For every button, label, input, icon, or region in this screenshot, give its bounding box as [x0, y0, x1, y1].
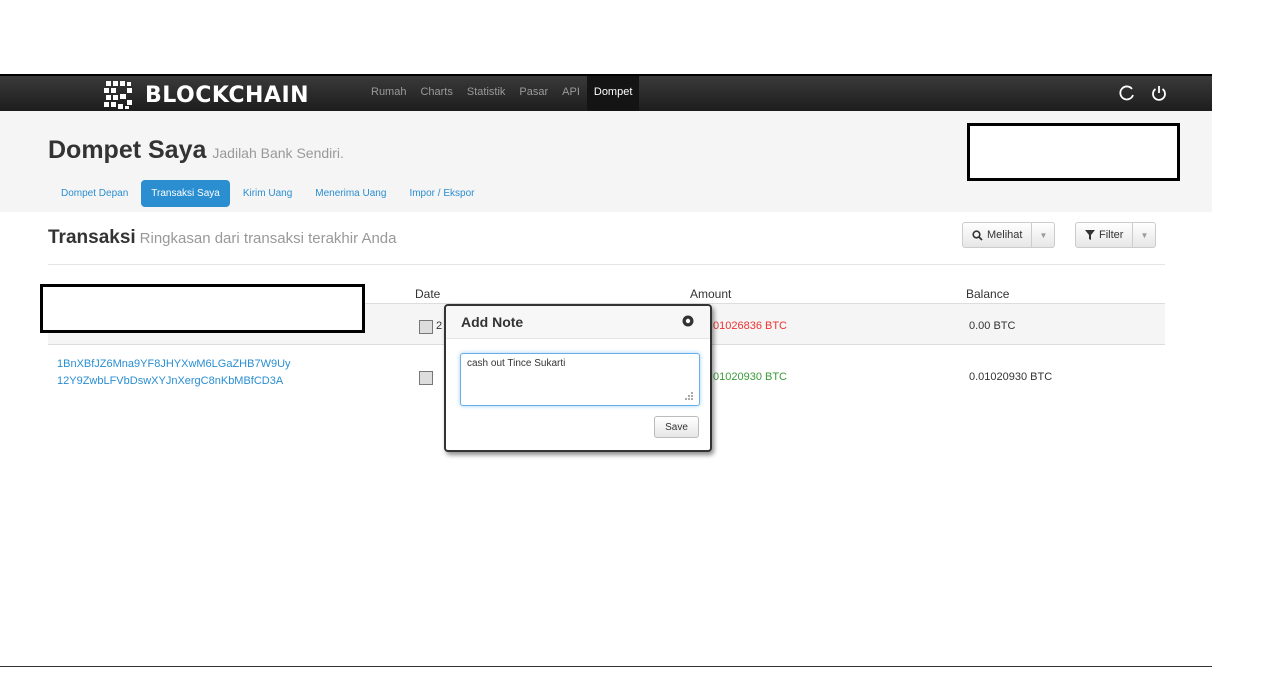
add-note-popover: Add Note Save	[444, 304, 712, 452]
save-button[interactable]: Save	[654, 416, 699, 438]
transaction-amount: 01026836 BTC	[713, 320, 787, 332]
top-navbar: BLOCKCHAIN Rumah Charts Statistik Pasar …	[0, 74, 1212, 111]
section-title: Transaksi Ringkasan dari transaksi terakh…	[48, 227, 396, 249]
transaction-balance: 0.00 BTC	[969, 320, 1016, 332]
section-title-text: Transaksi	[48, 227, 136, 248]
nav-link-pasar[interactable]: Pasar	[512, 76, 555, 111]
filter-button-label: Filter	[1099, 229, 1124, 241]
column-header-date: Date	[415, 287, 441, 301]
wallet-header: Dompet Saya Jadilah Bank Sendiri. Dompet …	[0, 111, 1212, 212]
view-button-group: Melihat ▼	[962, 222, 1056, 248]
redacted-area	[967, 123, 1180, 181]
view-button-label: Melihat	[987, 229, 1023, 241]
tab-dompet-depan[interactable]: Dompet Depan	[51, 180, 138, 207]
redacted-area	[40, 284, 365, 333]
address-link[interactable]: 12Y9ZwbLFVbDswXYJnXergC8nKbMBfCD3A	[57, 375, 283, 387]
bottom-divider	[0, 666, 1212, 667]
page-subtitle: Jadilah Bank Sendiri.	[212, 145, 344, 161]
note-icon[interactable]	[419, 320, 433, 334]
nav-actions	[1118, 84, 1168, 102]
filter-icon	[1085, 230, 1095, 240]
section-subtitle: Ringkasan dari transaksi terakhir Anda	[139, 230, 397, 247]
power-icon[interactable]	[1150, 84, 1168, 102]
note-textarea[interactable]	[460, 353, 700, 406]
close-icon[interactable]	[682, 315, 694, 327]
nav-link-dompet[interactable]: Dompet	[586, 76, 640, 111]
view-dropdown-caret[interactable]: ▼	[1031, 223, 1054, 247]
section-divider	[48, 264, 1165, 265]
filter-button-group: Filter ▼	[1075, 222, 1157, 248]
note-icon[interactable]	[419, 371, 433, 385]
tab-transaksi-saya[interactable]: Transaksi Saya	[141, 180, 230, 207]
nav-link-rumah[interactable]: Rumah	[364, 76, 413, 111]
column-header-amount: Amount	[690, 287, 732, 301]
page-title-text: Dompet Saya	[48, 136, 207, 164]
wallet-tabs: Dompet Depan Transaksi Saya Kirim Uang M…	[51, 180, 487, 207]
popover-header: Add Note	[446, 306, 710, 339]
refresh-icon[interactable]	[1118, 84, 1136, 102]
brand[interactable]: BLOCKCHAIN	[103, 80, 309, 110]
brand-name: BLOCKCHAIN	[145, 82, 310, 108]
blockchain-logo-icon	[104, 81, 132, 109]
filter-button[interactable]: Filter	[1076, 223, 1132, 247]
transaction-date: 2	[436, 320, 443, 332]
resize-grip-icon[interactable]	[682, 391, 694, 403]
filter-dropdown-caret[interactable]: ▼	[1132, 223, 1155, 247]
browser-page: BLOCKCHAIN Rumah Charts Statistik Pasar …	[0, 74, 1212, 669]
tab-menerima-uang[interactable]: Menerima Uang	[305, 180, 396, 207]
page-title: Dompet Saya Jadilah Bank Sendiri.	[48, 136, 344, 165]
nav-link-statistik[interactable]: Statistik	[460, 76, 513, 111]
popover-title: Add Note	[461, 314, 524, 330]
nav-link-charts[interactable]: Charts	[413, 76, 459, 111]
view-button[interactable]: Melihat	[963, 223, 1031, 247]
address-link[interactable]: 1BnXBfJZ6Mna9YF8JHYXwM6LGaZHB7W9Uy	[57, 358, 291, 370]
zoom-icon	[972, 229, 983, 241]
column-header-balance: Balance	[966, 287, 1010, 301]
nav-links: Rumah Charts Statistik Pasar API Dompet	[364, 76, 640, 111]
tab-kirim-uang[interactable]: Kirim Uang	[233, 180, 302, 207]
nav-link-api[interactable]: API	[555, 76, 587, 111]
transaction-balance: 0.01020930 BTC	[969, 371, 1053, 383]
tab-impor-ekspor[interactable]: Impor / Ekspor	[399, 180, 484, 207]
transaction-amount: 01020930 BTC	[713, 371, 787, 383]
